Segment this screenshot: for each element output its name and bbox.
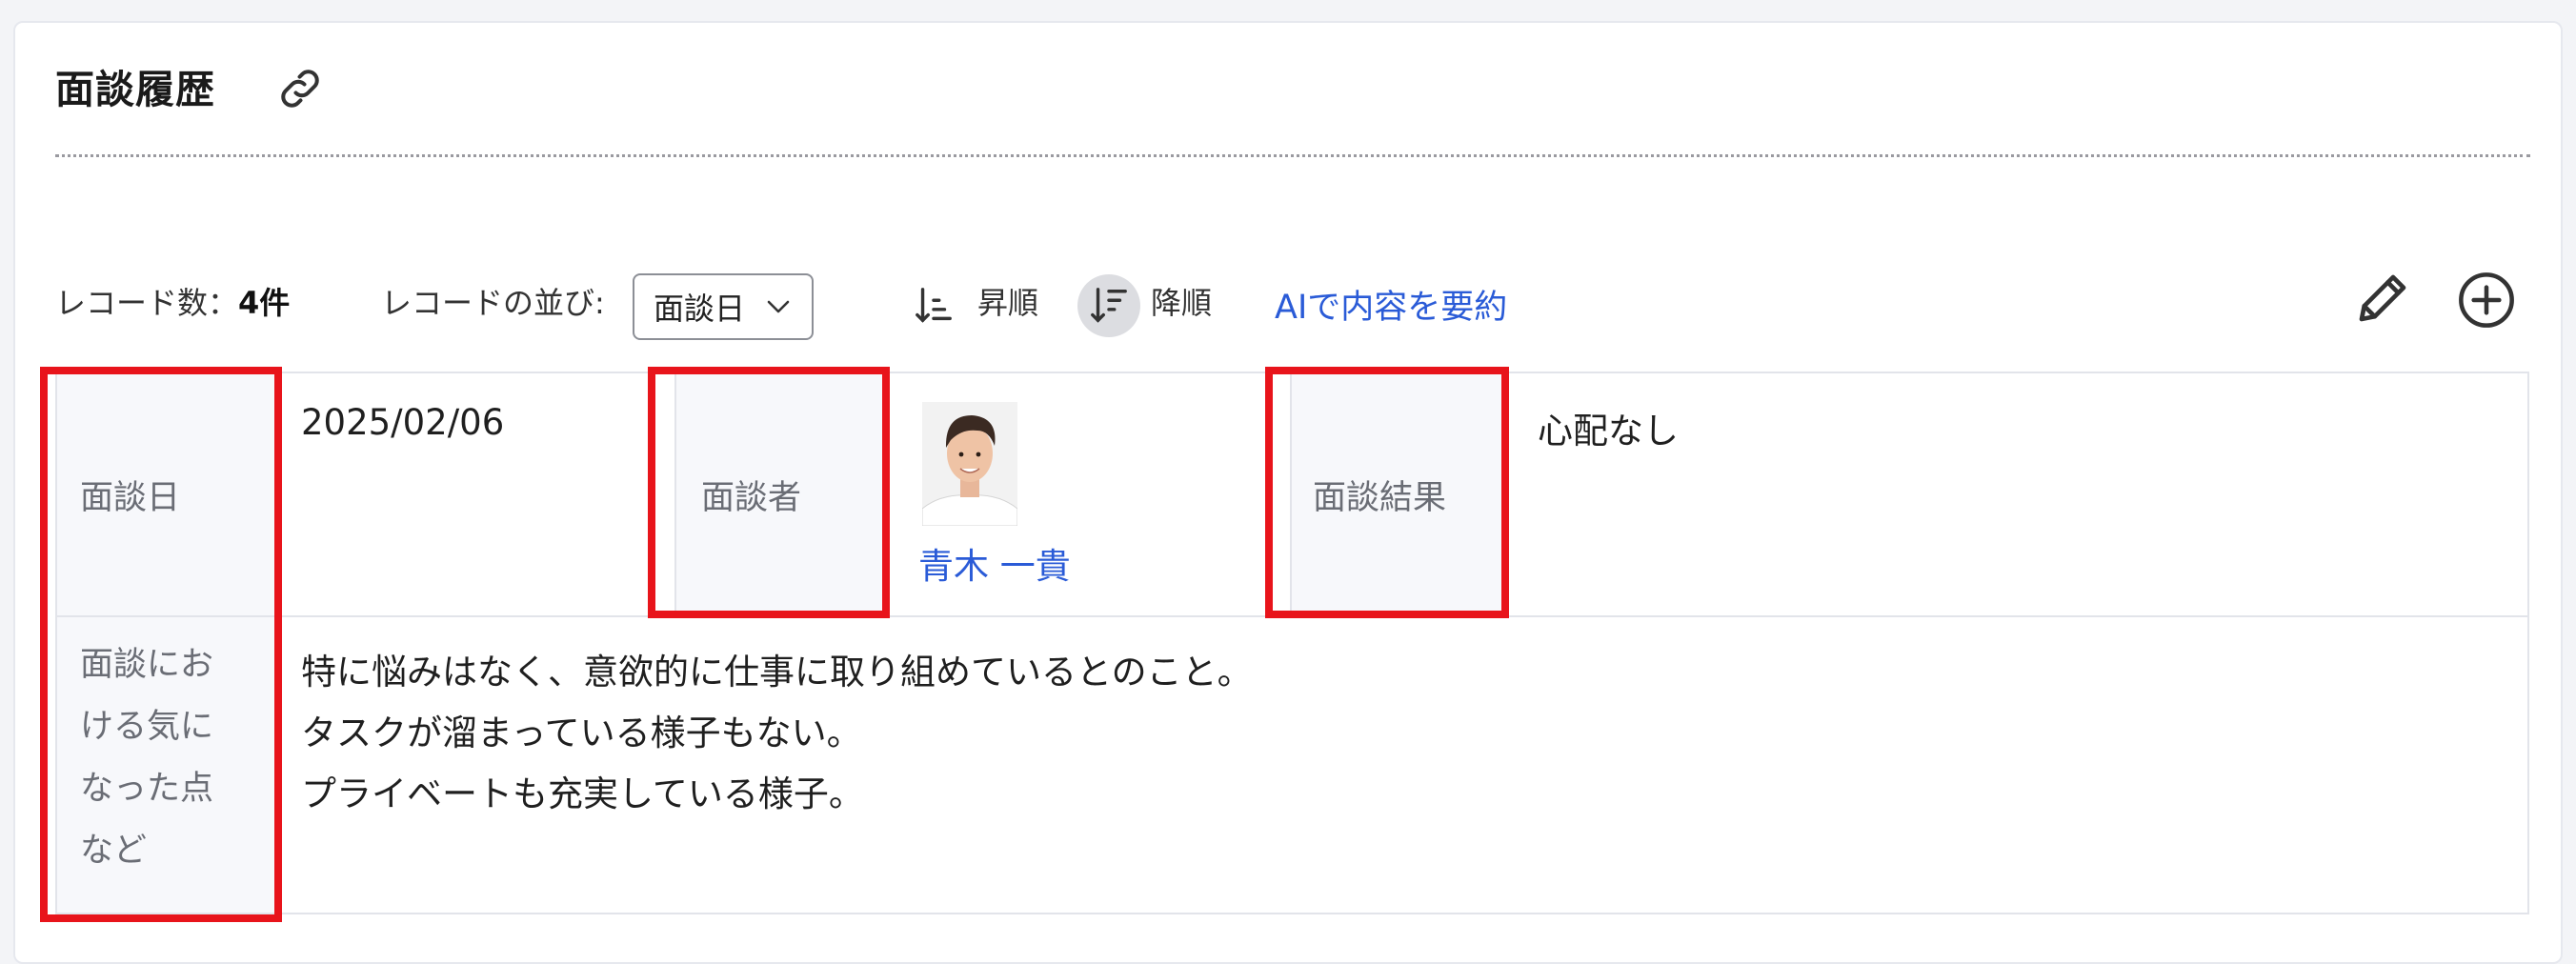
plus-circle-icon[interactable]: [2456, 270, 2517, 331]
concerns-line: 特に悩みはなく、意欲的に仕事に取り組めているとのこと。: [301, 652, 1253, 693]
concerns-header-cell: 面談にお ける気に なった点 など: [57, 617, 280, 913]
record-count: レコード数：4件: [55, 284, 290, 322]
concerns-line: タスクが溜まっている様子もない。: [301, 713, 862, 753]
date-value: 2025/02/06: [301, 402, 505, 443]
sort-descending-label: 降順: [1151, 285, 1213, 321]
date-label: 面談日: [80, 479, 181, 517]
result-header-cell: 面談結果: [1290, 373, 1505, 615]
link-icon[interactable]: [274, 63, 326, 114]
sort-ascending-icon: [916, 288, 952, 323]
sort-field-selected: 面談日: [654, 291, 746, 327]
date-header-cell: 面談日: [57, 373, 280, 615]
record-count-label: レコード数：: [55, 285, 239, 321]
concerns-label-line: なった点: [80, 770, 214, 808]
row-divider: [57, 615, 2527, 617]
result-value: 心配なし: [1538, 411, 1679, 452]
avatar: [922, 402, 1017, 526]
title-divider: [55, 154, 2530, 157]
sort-descending-icon: [1091, 288, 1127, 323]
ai-summary-link[interactable]: AIで内容を要約: [1275, 280, 1507, 329]
interviewer-name-link[interactable]: 青木 一貴: [918, 537, 1071, 589]
concerns-label: 面談にお ける気に なった点 など: [80, 634, 213, 882]
concerns-label-line: など: [80, 832, 148, 870]
sort-field-select[interactable]: 面談日: [633, 273, 814, 340]
chevron-down-icon: [767, 300, 790, 313]
result-label: 面談結果: [1313, 479, 1447, 517]
concerns-label-line: ける気に: [80, 708, 214, 746]
record-count-value: 4件: [238, 285, 291, 321]
concerns-text: 特に悩みはなく、意欲的に仕事に取り組めているとのこと。 タスクが溜まっている様子…: [301, 642, 1253, 825]
pencil-icon[interactable]: [2351, 267, 2414, 330]
sort-ascending-label: 昇順: [977, 285, 1039, 321]
interviewer-header-cell: 面談者: [674, 373, 890, 615]
interviewer-label: 面談者: [701, 479, 802, 517]
interview-record: 面談日 2025/02/06 面談者 青木 一貴 面談結果 心配なし 面談にお …: [55, 372, 2529, 914]
section-title: 面談履歴: [55, 67, 215, 112]
concerns-line: プライベートも充実している様子。: [301, 773, 864, 814]
concerns-label-line: 面談にお: [80, 646, 214, 684]
sort-label: レコードの並び:: [381, 285, 605, 321]
